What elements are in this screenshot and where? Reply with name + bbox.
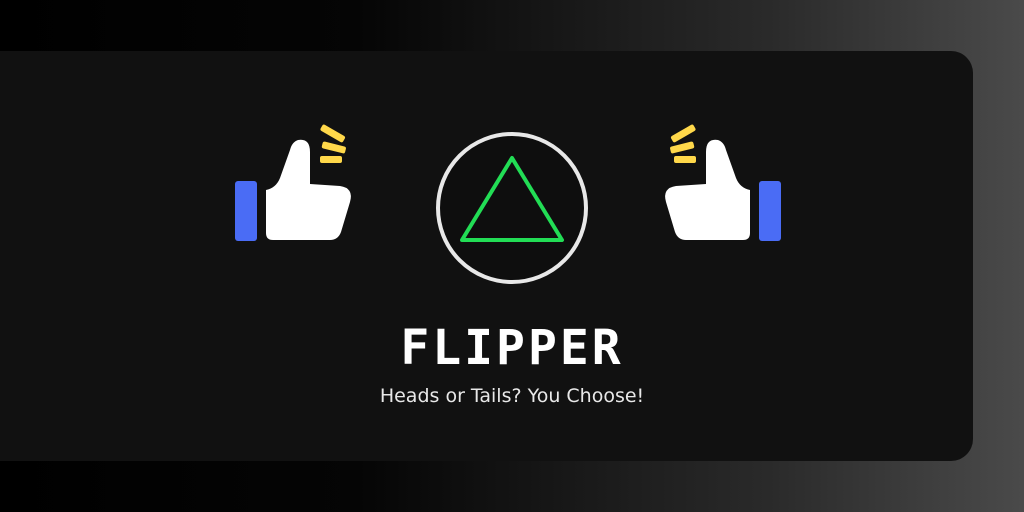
thumbs-up-icon (665, 124, 781, 241)
tagline: Heads or Tails? You Choose! (379, 385, 645, 407)
coin-triangle-icon[interactable] (434, 130, 590, 286)
thumbs-up-icon (235, 124, 351, 241)
app-title: FLIPPER (400, 320, 624, 376)
